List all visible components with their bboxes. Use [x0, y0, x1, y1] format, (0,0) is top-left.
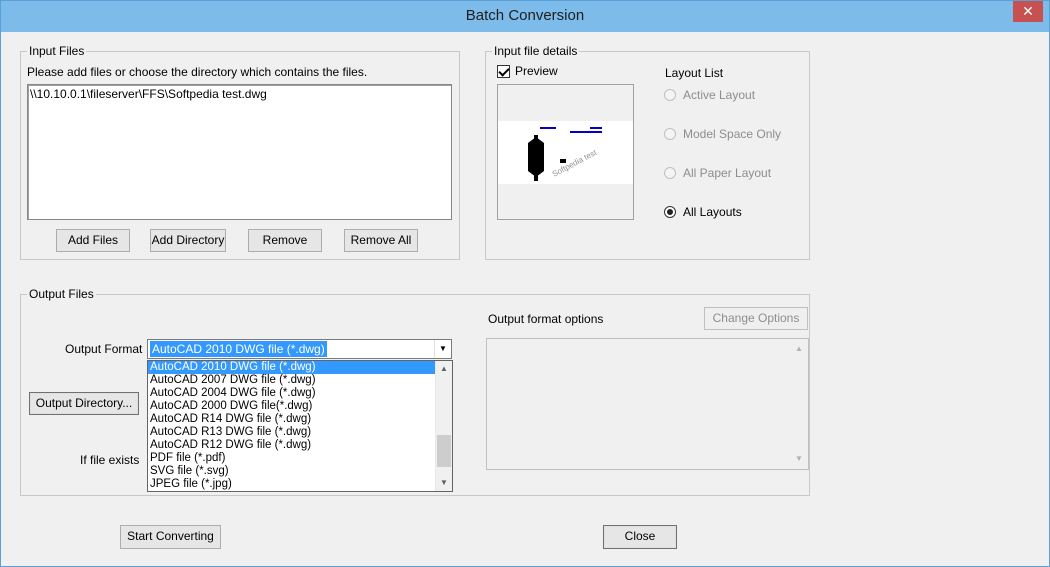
format-option[interactable]: AutoCAD R12 DWG file (*.dwg) — [148, 439, 452, 452]
format-option[interactable]: PDF file (*.pdf) — [148, 452, 452, 465]
radio-label: Active Layout — [683, 88, 756, 102]
output-format-label: Output Format — [65, 342, 143, 356]
format-option[interactable]: AutoCAD 2007 DWG file (*.dwg) — [148, 374, 452, 387]
output-format-dropdown-list[interactable]: AutoCAD 2010 DWG file (*.dwg) AutoCAD 200… — [147, 360, 453, 492]
radio-label: All Paper Layout — [683, 166, 772, 180]
input-files-legend: Input Files — [29, 44, 85, 58]
options-scrollbar[interactable]: ▲ ▼ — [791, 339, 808, 469]
preview-label: Preview — [515, 64, 558, 78]
output-format-options-label: Output format options — [488, 312, 604, 326]
file-list-item[interactable]: \\10.10.0.1\fileserver\FFS\Softpedia tes… — [30, 87, 449, 101]
scroll-up-icon[interactable]: ▲ — [791, 341, 807, 357]
change-options-button[interactable]: Change Options — [704, 307, 808, 330]
add-files-button[interactable]: Add Files — [56, 229, 130, 252]
preview-checkbox-row[interactable]: Preview — [497, 64, 558, 78]
format-option[interactable]: JPEG file (*.jpg) — [148, 478, 452, 491]
layout-list-label: Layout List — [665, 66, 724, 80]
preview-checkbox[interactable] — [497, 64, 510, 78]
scroll-down-icon[interactable]: ▼ — [791, 451, 807, 467]
scroll-down-icon[interactable]: ▼ — [436, 475, 452, 491]
scroll-up-icon[interactable]: ▲ — [436, 361, 452, 377]
radio-button[interactable] — [664, 206, 676, 218]
input-files-list[interactable]: \\10.10.0.1\fileserver\FFS\Softpedia tes… — [27, 84, 452, 220]
scrollbar-thumb[interactable] — [437, 435, 451, 467]
remove-button[interactable]: Remove — [248, 229, 322, 252]
radio-button[interactable] — [664, 89, 676, 101]
format-option[interactable]: AutoCAD 2010 DWG file (*.dwg) — [148, 361, 452, 374]
format-option[interactable]: AutoCAD 2004 DWG file (*.dwg) — [148, 387, 452, 400]
radio-all-paper-layout[interactable]: All Paper Layout — [664, 166, 771, 180]
remove-all-button[interactable]: Remove All — [344, 229, 418, 252]
radio-label: Model Space Only — [683, 127, 782, 141]
output-format-options-panel: ▲ ▼ — [486, 338, 809, 470]
batch-conversion-window: Batch Conversion ✕ Input Files Please ad… — [0, 0, 1050, 567]
format-option[interactable]: AutoCAD 2000 DWG file(*.dwg) — [148, 400, 452, 413]
radio-label: All Layouts — [683, 205, 742, 219]
dialog-client-area: Input Files Please add files or choose t… — [1, 32, 1049, 566]
radio-button[interactable] — [664, 167, 676, 179]
radio-active-layout[interactable]: Active Layout — [664, 88, 755, 102]
start-converting-button[interactable]: Start Converting — [120, 525, 221, 549]
format-option[interactable]: AutoCAD R14 DWG file (*.dwg) — [148, 413, 452, 426]
format-option[interactable]: AutoCAD R13 DWG file (*.dwg) — [148, 426, 452, 439]
format-option[interactable]: SVG file (*.svg) — [148, 465, 452, 478]
output-format-selected-value: AutoCAD 2010 DWG file (*.dwg) — [150, 341, 327, 357]
if-file-exists-label: If file exists — [80, 453, 140, 467]
output-files-legend: Output Files — [29, 287, 94, 301]
input-files-instruction: Please add files or choose the directory… — [27, 65, 368, 79]
input-file-details-legend: Input file details — [494, 44, 578, 58]
chevron-down-icon[interactable]: ▼ — [434, 340, 451, 358]
add-directory-button[interactable]: Add Directory — [150, 229, 226, 252]
drawing-preview: Softpedia test — [497, 84, 634, 220]
radio-all-layouts[interactable]: All Layouts — [664, 205, 742, 219]
title-bar: Batch Conversion ✕ — [1, 1, 1049, 32]
radio-model-space-only[interactable]: Model Space Only — [664, 127, 781, 141]
radio-button[interactable] — [664, 128, 676, 140]
output-directory-button[interactable]: Output Directory... — [29, 392, 139, 415]
close-button[interactable]: Close — [603, 525, 677, 549]
window-title: Batch Conversion — [465, 7, 585, 24]
dropdown-scrollbar[interactable]: ▲ ▼ — [435, 361, 452, 491]
drawing-preview-canvas: Softpedia test — [498, 121, 633, 184]
window-close-icon[interactable]: ✕ — [1013, 1, 1043, 22]
output-format-select[interactable]: AutoCAD 2010 DWG file (*.dwg) ▼ — [147, 339, 452, 359]
